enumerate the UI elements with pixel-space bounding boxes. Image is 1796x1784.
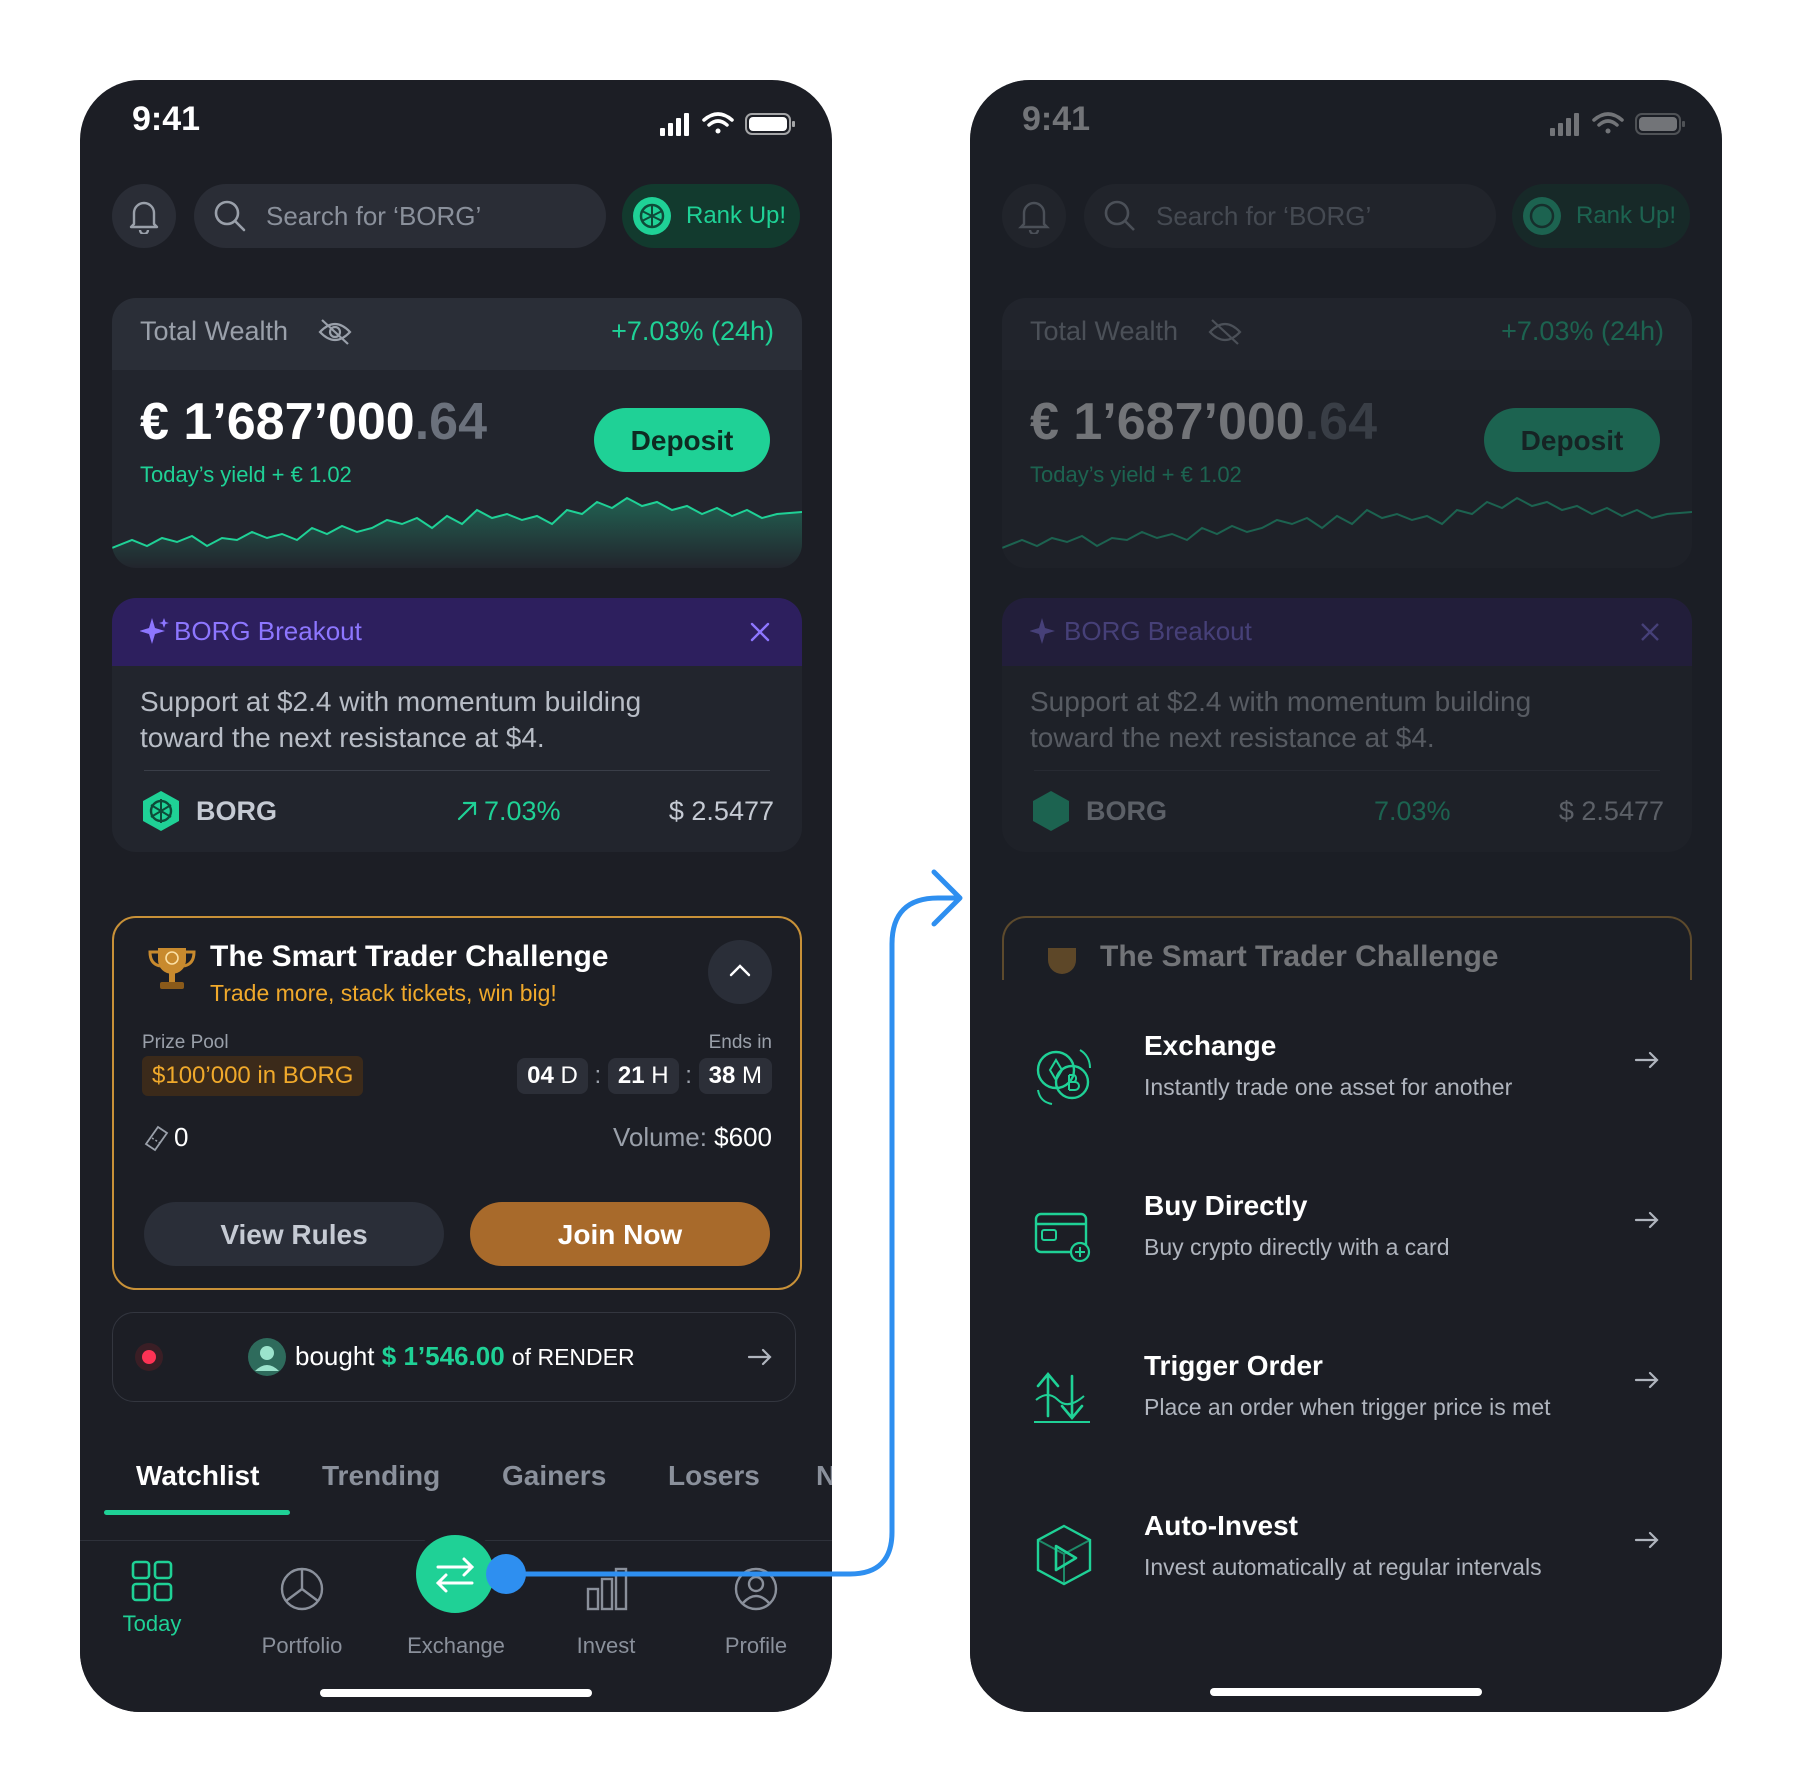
flow-line xyxy=(503,895,959,1577)
flow-connector xyxy=(486,869,963,1594)
